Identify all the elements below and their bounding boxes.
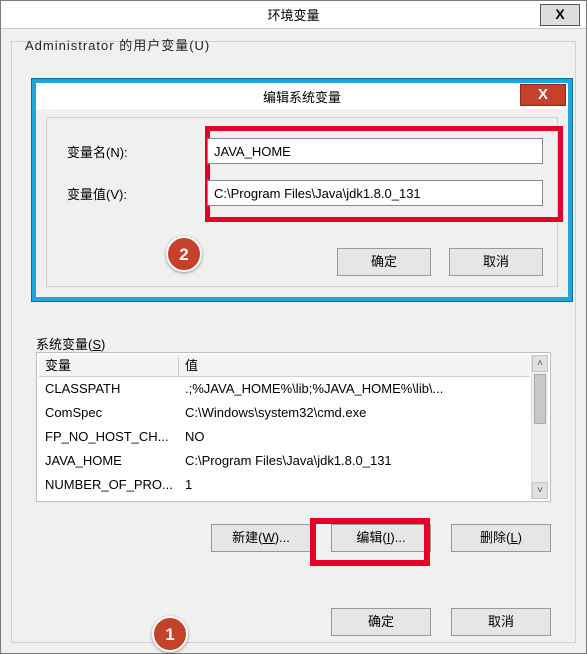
cell-value: C:\Program Files\Java\jdk1.8.0_131 [179, 449, 530, 473]
new-button[interactable]: 新建(W)... [211, 524, 311, 552]
system-vars-table: 变量 值 CLASSPATH.;%JAVA_HOME%\lib;%JAVA_HO… [39, 355, 530, 499]
scrollbar[interactable]: ˄ ˅ [531, 355, 548, 499]
var-value-row: 变量值(V): [67, 180, 543, 206]
edit-button[interactable]: 编辑(I)... [331, 524, 431, 552]
main-ok-button[interactable]: 确定 [331, 608, 431, 636]
table-row[interactable]: ComSpecC:\Windows\system32\cmd.exe [39, 401, 530, 425]
env-vars-title: 环境变量 [267, 5, 319, 24]
edit-dialog-titlebar: 编辑系统变量 X [36, 83, 568, 109]
edit-dialog-body: 变量名(N): 变量值(V): 确定 取消 [46, 117, 558, 287]
cell-name: CLASSPATH [39, 377, 179, 401]
env-vars-titlebar: 环境变量 X [1, 1, 586, 29]
cell-name: ComSpec [39, 401, 179, 425]
delete-button[interactable]: 删除(L) [451, 524, 551, 552]
new-button-prefix: 新建( [232, 530, 262, 545]
table-body: CLASSPATH.;%JAVA_HOME%\lib;%JAVA_HOME%\l… [39, 377, 530, 497]
cell-name: JAVA_HOME [39, 449, 179, 473]
system-vars-header: 变量 值 [39, 355, 530, 377]
cell-name: FP_NO_HOST_CH... [39, 425, 179, 449]
annotation-badge-1: 1 [152, 616, 188, 652]
edit-dialog-title: 编辑系统变量 [263, 87, 341, 106]
system-vars-label: 系统变量(S) [36, 334, 105, 353]
edit-button-prefix: 编辑( [356, 530, 386, 545]
cell-value: .;%JAVA_HOME%\lib;%JAVA_HOME%\lib\... [179, 377, 530, 401]
annotation-badge-2: 2 [166, 236, 202, 272]
header-variable[interactable]: 变量 [39, 355, 179, 376]
edit-cancel-button[interactable]: 取消 [449, 248, 543, 276]
system-vars-label-text: 系统变量( [36, 337, 92, 352]
delete-button-prefix: 删除( [480, 530, 510, 545]
cell-value: C:\Windows\system32\cmd.exe [179, 401, 530, 425]
new-button-key: W [262, 530, 274, 545]
table-row[interactable]: NUMBER_OF_PRO...1 [39, 473, 530, 497]
var-value-label: 变量值(V): [67, 184, 207, 203]
scroll-up-button[interactable]: ˄ [532, 355, 548, 372]
cell-name: NUMBER_OF_PRO... [39, 473, 179, 497]
edit-button-suffix: )... [390, 530, 405, 545]
edit-ok-button[interactable]: 确定 [337, 248, 431, 276]
system-vars-buttons: 新建(W)... 编辑(I)... 删除(L) [211, 524, 551, 552]
scroll-thumb[interactable] [534, 374, 546, 424]
var-name-input[interactable] [207, 138, 543, 164]
var-name-row: 变量名(N): [67, 138, 543, 164]
var-name-label: 变量名(N): [67, 142, 207, 161]
delete-button-suffix: ) [518, 530, 522, 545]
var-value-input[interactable] [207, 180, 543, 206]
system-vars-label-end: ) [101, 337, 105, 352]
edit-dialog-close-button[interactable]: X [520, 84, 566, 106]
user-vars-label: Administrator 的用户变量(U) [25, 35, 210, 54]
scroll-down-button[interactable]: ˅ [532, 482, 548, 499]
edit-dialog-buttons: 确定 取消 [337, 248, 543, 276]
table-row[interactable]: FP_NO_HOST_CH...NO [39, 425, 530, 449]
new-button-suffix: )... [275, 530, 290, 545]
edit-system-var-dialog: 编辑系统变量 X 变量名(N): 变量值(V): 确定 取消 [32, 79, 572, 301]
table-row[interactable]: CLASSPATH.;%JAVA_HOME%\lib;%JAVA_HOME%\l… [39, 377, 530, 401]
cell-value: NO [179, 425, 530, 449]
delete-button-key: L [510, 530, 517, 545]
table-row[interactable]: JAVA_HOMEC:\Program Files\Java\jdk1.8.0_… [39, 449, 530, 473]
system-vars-label-key: S [92, 337, 101, 352]
system-vars-list[interactable]: 变量 值 CLASSPATH.;%JAVA_HOME%\lib;%JAVA_HO… [36, 352, 551, 502]
main-cancel-button[interactable]: 取消 [451, 608, 551, 636]
env-vars-close-button[interactable]: X [540, 4, 580, 26]
cell-value: 1 [179, 473, 530, 497]
main-buttons: 确定 取消 [331, 608, 551, 636]
header-value[interactable]: 值 [179, 355, 530, 376]
